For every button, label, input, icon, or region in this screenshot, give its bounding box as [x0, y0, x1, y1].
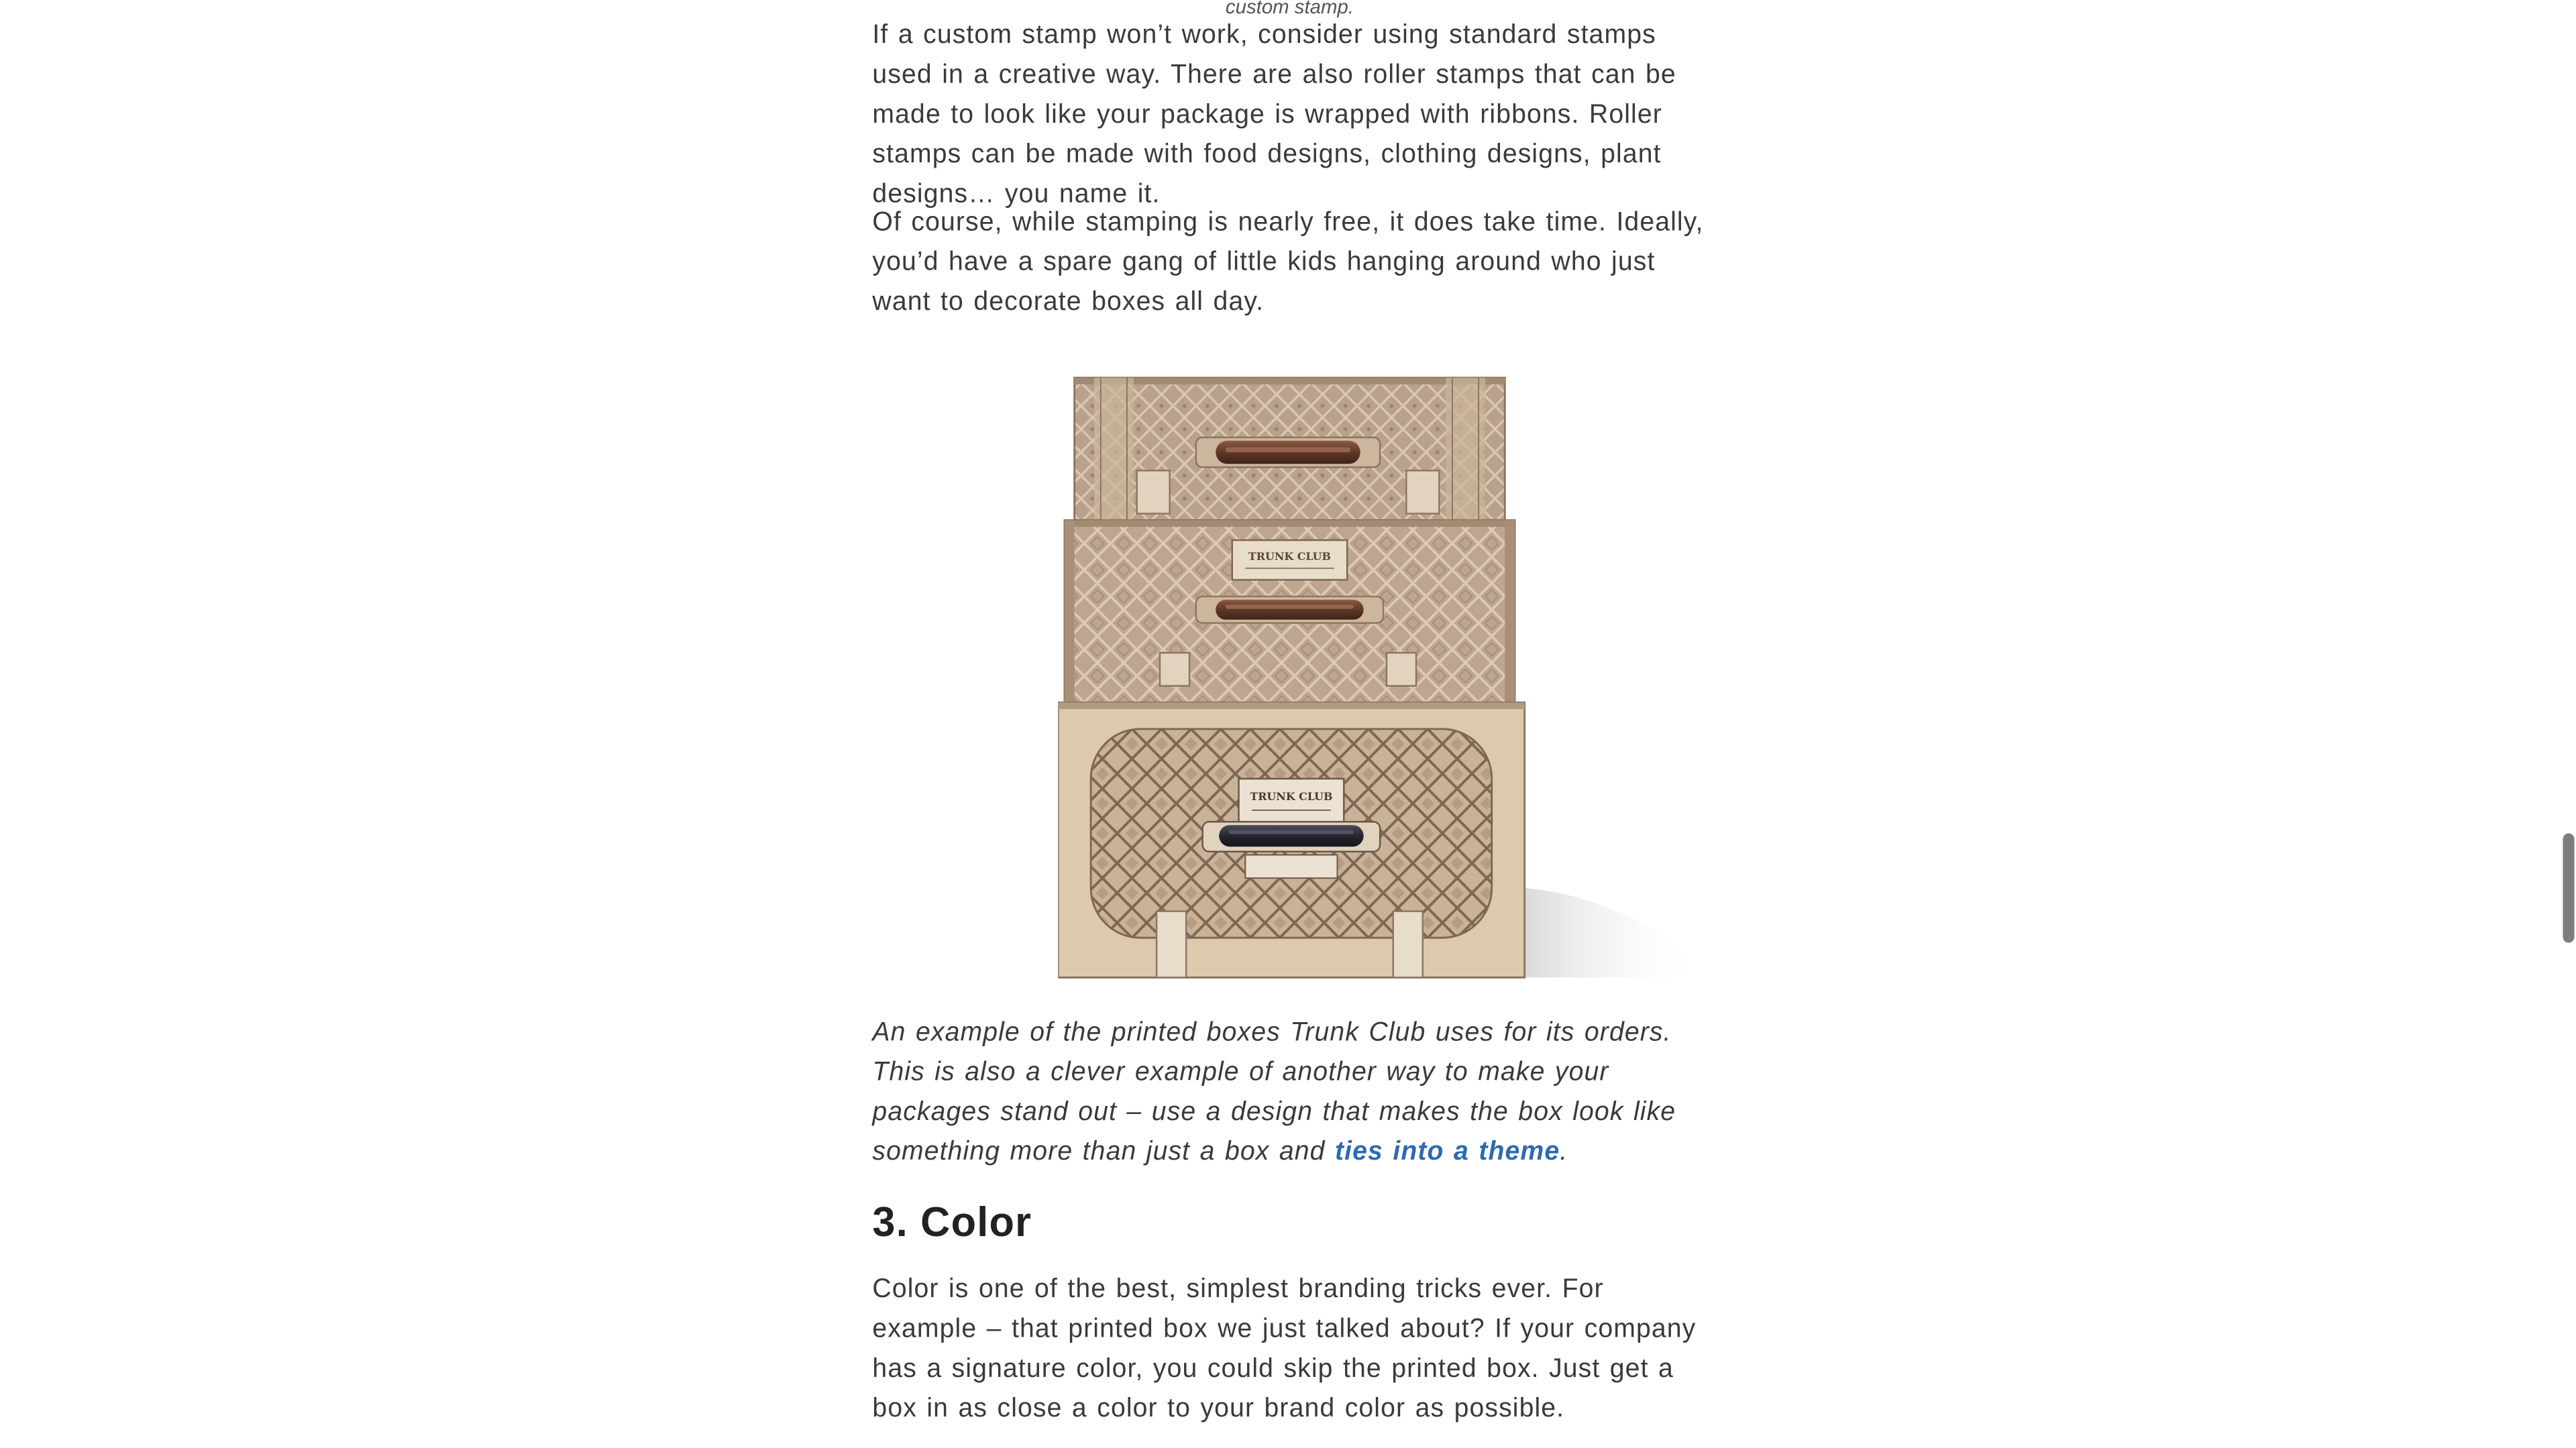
ties-into-theme-link[interactable]: ties into a theme	[1335, 1138, 1560, 1166]
bottom-box: TRUNK CLUB	[1058, 701, 1526, 979]
page-scrollbar-thumb[interactable]	[2563, 833, 2575, 943]
paragraph-color: Color is one of the best, simplest brand…	[872, 1276, 1697, 1423]
paragraph-stamping-time: Of course, while stamping is nearly free…	[872, 209, 1704, 317]
trunk-club-boxes-image: TRUNK CLUB TRUNK CLUB	[1058, 371, 1703, 987]
caption-end: .	[1560, 1138, 1568, 1167]
figure-caption: An example of the printed boxes Trunk Cl…	[872, 1014, 1710, 1173]
page: custom stamp. If a custom stamp won’t wo…	[0, 0, 2576, 1448]
middle-box-label: TRUNK CLUB	[1248, 550, 1331, 563]
section-heading-color: 3. Color	[872, 1199, 1032, 1246]
bottom-box-label: TRUNK CLUB	[1250, 790, 1332, 803]
top-box	[1073, 376, 1506, 522]
middle-box: TRUNK CLUB	[1063, 519, 1516, 704]
paragraph-roller-stamps: If a custom stamp won’t work, consider u…	[872, 21, 1676, 209]
